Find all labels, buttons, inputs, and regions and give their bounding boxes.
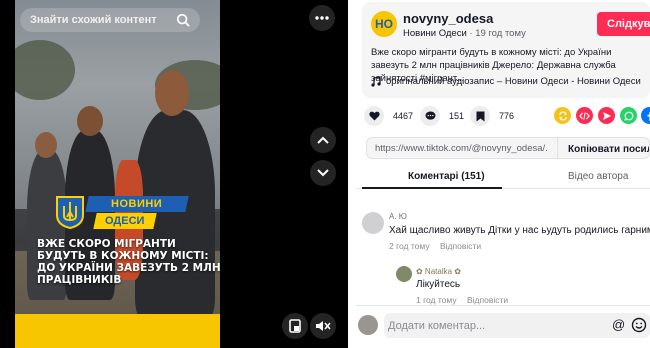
reply-meta: 1 год тому Відповісти <box>416 295 508 305</box>
save-count: 776 <box>499 111 515 121</box>
replier-avatar[interactable] <box>396 266 412 282</box>
music-row[interactable]: оригінальний аудіозапис – Новини Одеси -… <box>371 76 641 87</box>
like-count: 4467 <box>393 111 414 121</box>
follow-button[interactable]: Слідкувати <box>597 12 650 36</box>
share-link-row: https://www.tiktok.com/@novyny_odesa/...… <box>366 137 650 159</box>
emoji-icon[interactable] <box>631 317 647 333</box>
mute-button[interactable] <box>310 313 336 339</box>
mention-icon[interactable]: @ <box>612 317 625 332</box>
save-button[interactable] <box>470 106 490 126</box>
copy-link-button[interactable]: Копіювати посилання <box>557 138 649 158</box>
save-action[interactable]: 776 <box>470 106 514 126</box>
picture-in-picture-button[interactable] <box>282 313 308 339</box>
search-icon <box>176 13 190 27</box>
comment-count: 151 <box>449 111 465 121</box>
video-headline: ВЖЕ СКОРО МІГРАНТИ БУДУТЬ В КОЖНОМУ МІСТ… <box>37 238 220 286</box>
chevron-up-icon <box>317 136 329 144</box>
author-username[interactable]: novyny_odesa <box>403 11 493 26</box>
comment-composer: @ <box>356 306 650 348</box>
comment-text: Хай щасливо живуть Дітки у нас ьудуть ро… <box>389 225 650 236</box>
like-button[interactable] <box>364 106 384 126</box>
brand-name-bottom: ОДЕСИ <box>93 213 157 229</box>
post-info-card: НО novyny_odesa Новини Одеси · 19 год то… <box>362 2 650 98</box>
author-display-name: Новини Одеси <box>403 28 467 39</box>
embed-code-icon <box>579 111 590 120</box>
comment-action[interactable]: 151 <box>420 106 464 126</box>
bookmark-icon <box>476 111 484 121</box>
heart-icon <box>368 111 380 121</box>
repost-button[interactable] <box>554 107 571 124</box>
send-to-friends-button[interactable] <box>598 107 615 124</box>
action-bar: 4467 151 776 <box>364 106 650 128</box>
brand-name-top: НОВИНИ <box>85 196 189 212</box>
reply-time: 1 год тому <box>416 295 457 305</box>
reply-button[interactable]: Відповісти <box>440 241 481 251</box>
active-tab-indicator <box>362 187 502 189</box>
comment-button[interactable] <box>420 106 440 126</box>
more-options-button[interactable] <box>309 5 335 31</box>
embed-button[interactable] <box>576 107 593 124</box>
person-head <box>35 132 57 158</box>
person-head <box>155 70 189 116</box>
comment-meta: 2 год тому Відповісти <box>389 241 481 251</box>
coat-of-arms-icon <box>56 196 84 229</box>
music-title: оригінальний аудіозапис – Новини Одеси -… <box>386 76 641 87</box>
pip-icon <box>289 319 301 333</box>
search-placeholder: Знайти схожий контент <box>30 14 157 26</box>
person-head <box>77 106 103 136</box>
video-pane: НОВИНИ ОДЕСИ ВЖЕ СКОРО МІГРАНТИ БУДУТЬ В… <box>0 0 348 348</box>
tab-comments[interactable]: Коментарі (151) <box>408 171 485 182</box>
post-time: 19 год тому <box>475 28 526 39</box>
author-avatar[interactable]: НО <box>371 11 397 37</box>
content-tabs: Коментарі (151) Відео автора <box>356 167 650 189</box>
like-action[interactable]: 4467 <box>364 106 413 126</box>
commenter-avatar[interactable] <box>362 212 384 234</box>
reply-item: ✿ Natalka ✿ Лікуйтесь 1 год тому Відпові… <box>396 264 650 305</box>
send-icon <box>602 111 611 120</box>
speaker-muted-icon <box>316 321 331 331</box>
comment-item: А. Ю Хай щасливо живуть Дітки у нас ьуду… <box>362 210 650 258</box>
commenter-name[interactable]: А. Ю <box>389 212 407 221</box>
author-subline: Новини Одеси · 19 год тому <box>403 28 526 39</box>
current-user-avatar <box>358 315 378 335</box>
similar-content-search[interactable]: Знайти схожий контент <box>20 8 200 32</box>
comment-time: 2 год тому <box>389 241 430 251</box>
facebook-icon <box>647 110 650 121</box>
tab-author-videos[interactable]: Відео автора <box>568 171 628 182</box>
comment-bubble-icon <box>425 111 435 120</box>
more-dots-icon <box>315 16 329 20</box>
replier-name[interactable]: ✿ Natalka ✿ <box>416 267 461 276</box>
brand-stripe <box>15 314 220 348</box>
facebook-share-button[interactable] <box>641 107 650 124</box>
repost-icon <box>558 110 567 121</box>
next-video-button[interactable] <box>310 160 336 186</box>
previous-video-button[interactable] <box>310 127 336 153</box>
video-frame[interactable]: НОВИНИ ОДЕСИ ВЖЕ СКОРО МІГРАНТИ БУДУТЬ В… <box>15 0 220 348</box>
details-panel: НО novyny_odesa Новини Одеси · 19 год то… <box>356 0 650 348</box>
reply-to-reply-button[interactable]: Відповісти <box>467 295 508 305</box>
reply-text: Лікуйтесь <box>416 279 461 290</box>
chevron-down-icon <box>317 169 329 177</box>
comment-input[interactable] <box>384 313 650 338</box>
whatsapp-icon <box>623 111 633 121</box>
whatsapp-share-button[interactable] <box>620 107 637 124</box>
music-note-icon <box>371 76 381 87</box>
share-link-url[interactable]: https://www.tiktok.com/@novyny_odesa/... <box>375 143 547 154</box>
